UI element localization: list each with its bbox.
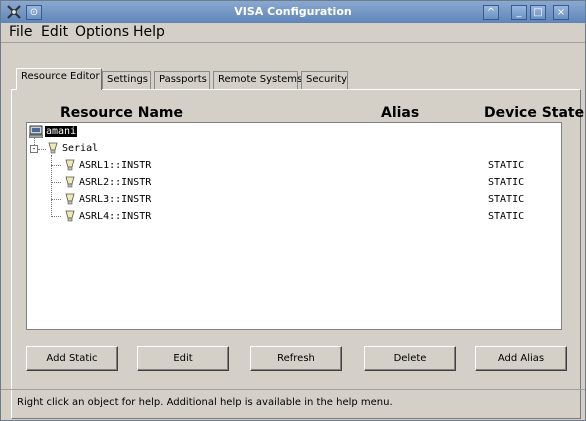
serial-icon xyxy=(48,142,58,154)
resource-state: STATIC xyxy=(488,177,525,188)
serial-icon xyxy=(65,176,75,188)
refresh-button[interactable]: Refresh xyxy=(250,346,342,371)
resource-name[interactable]: ASRL1::INSTR xyxy=(79,160,151,171)
resource-state: STATIC xyxy=(488,194,525,205)
tree-group-label[interactable]: Serial xyxy=(62,143,98,154)
tab-resource-editor[interactable]: Resource Editor xyxy=(16,68,102,90)
menu-help[interactable]: Help xyxy=(133,24,165,40)
column-alias: Alias xyxy=(381,105,420,121)
column-resource-name: Resource Name xyxy=(60,105,184,121)
tree-connector xyxy=(51,165,61,166)
tab-settings[interactable]: Settings xyxy=(102,71,151,89)
resource-name[interactable]: ASRL3::INSTR xyxy=(79,194,151,205)
resource-state: STATIC xyxy=(488,160,525,171)
add-static-button[interactable]: Add Static xyxy=(26,346,118,371)
tab-control: Resource Editor Settings Passports Remot… xyxy=(1,42,585,419)
menu-options[interactable]: Options xyxy=(75,24,129,40)
maximize-icon[interactable]: □ xyxy=(530,5,546,20)
tree-root-label[interactable]: amani xyxy=(45,126,78,137)
tab-passports[interactable]: Passports xyxy=(154,71,210,89)
tab-security[interactable]: Security xyxy=(301,71,348,89)
add-alias-button[interactable]: Add Alias xyxy=(475,346,567,371)
menu-edit[interactable]: Edit xyxy=(41,24,68,40)
resource-name[interactable]: ASRL2::INSTR xyxy=(79,177,151,188)
shade-up-icon[interactable]: ^ xyxy=(483,5,499,20)
serial-icon xyxy=(65,193,75,205)
minimize-icon[interactable]: _ xyxy=(511,5,527,20)
tab-remote-systems[interactable]: Remote Systems xyxy=(213,71,302,89)
menu-file[interactable]: File xyxy=(9,24,32,40)
delete-button[interactable]: Delete xyxy=(364,346,456,371)
resource-tree[interactable]: amani - Serial ASRL1::INSTR STATIC ASRL2… xyxy=(26,122,562,330)
expand-toggle-icon[interactable]: - xyxy=(30,145,38,153)
visa-config-window: ⊙ VISA Configuration ^ _ □ × File Edit O… xyxy=(0,0,586,421)
tree-connector xyxy=(38,149,46,150)
status-bar: Right click an object for help. Addition… xyxy=(1,389,585,420)
tree-connector xyxy=(51,182,61,183)
resource-state: STATIC xyxy=(488,211,525,222)
title-bar[interactable]: ⊙ VISA Configuration ^ _ □ × xyxy=(1,1,585,23)
serial-icon xyxy=(65,210,75,222)
serial-icon xyxy=(65,159,75,171)
close-icon[interactable]: × xyxy=(553,5,569,20)
menu-bar: File Edit Options Help xyxy=(1,23,585,43)
computer-icon xyxy=(29,125,43,138)
edit-button[interactable]: Edit xyxy=(137,346,229,371)
column-device-state: Device State xyxy=(484,105,585,121)
tree-connector xyxy=(51,199,61,200)
status-text: Right click an object for help. Addition… xyxy=(17,397,393,408)
tree-connector xyxy=(51,216,61,217)
resource-name[interactable]: ASRL4::INSTR xyxy=(79,211,151,222)
